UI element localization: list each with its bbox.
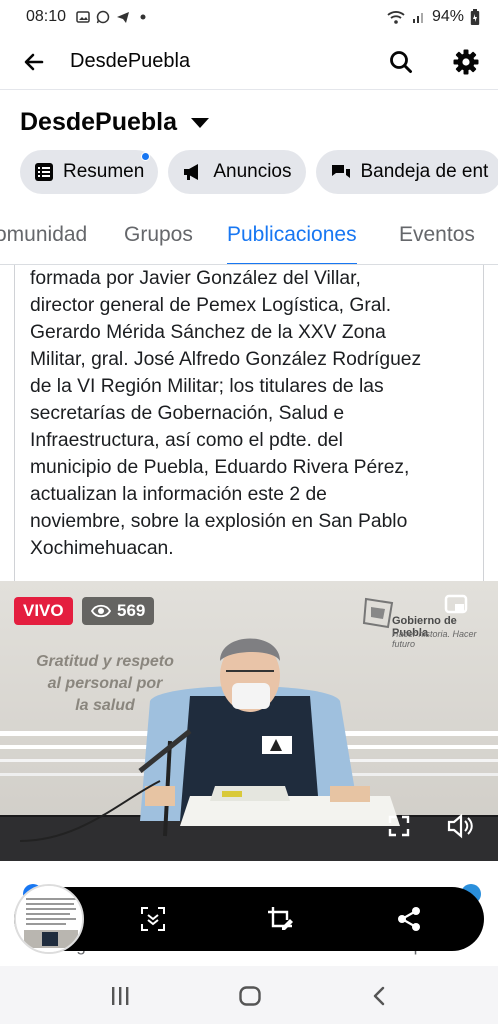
home-icon[interactable] <box>238 984 262 1008</box>
list-icon <box>35 163 53 181</box>
crop-edit-icon[interactable] <box>266 905 294 933</box>
notification-dot <box>141 152 151 161</box>
tab-eventos[interactable]: Eventos <box>399 205 475 264</box>
dot-icon <box>140 14 146 20</box>
system-nav-bar <box>0 966 498 1024</box>
tab-comunidad[interactable]: omunidad <box>0 205 87 264</box>
post-line: Xochimehuacan. <box>30 538 174 559</box>
chat-icon <box>331 165 350 178</box>
post-line: noviembre, sobre la explosión en San Pab… <box>30 511 408 532</box>
banner-line: la salud <box>75 697 135 714</box>
chip-label: Anuncios <box>213 161 292 182</box>
post-line: actualizan la información este 2 de <box>30 484 327 505</box>
live-video-player[interactable]: VIVO 569 Gobierno de Puebla Hacer histor… <box>0 581 498 861</box>
viewer-count-badge: 569 <box>82 597 155 625</box>
post-text: formada por Javier González del Villar, … <box>14 265 484 581</box>
post-line: Militar, gral. José Alfredo González Rod… <box>30 349 422 370</box>
volume-icon[interactable] <box>446 813 474 839</box>
gobierno-logo: Gobierno de Puebla Hacer historia. Hacer… <box>362 593 492 649</box>
expand-icon[interactable] <box>444 593 468 617</box>
wifi-icon <box>387 11 405 24</box>
screenshot-thumbnail[interactable] <box>14 884 84 954</box>
banner-text: Gratitud y respeto al personal por la sa… <box>30 651 180 717</box>
chip-resumen[interactable]: Resumen <box>20 150 159 194</box>
telegram-icon <box>117 12 130 23</box>
live-badge: VIVO <box>14 597 73 625</box>
chevron-down-icon <box>191 117 210 128</box>
app-title: DesdePuebla <box>70 50 191 72</box>
chip-anuncios[interactable]: Anuncios <box>168 150 306 194</box>
back-arrow-icon[interactable] <box>22 50 46 74</box>
post-line: municipio de Puebla, Eduardo Rivera Pére… <box>30 457 410 478</box>
logo-tagline: Hacer historia. Hacer futuro <box>392 629 477 649</box>
chip-label: Bandeja de ent <box>360 161 489 182</box>
scroll-capture-icon[interactable] <box>139 905 167 933</box>
post-line: director general de Pemex Logística, Gra… <box>30 295 392 316</box>
gear-icon[interactable] <box>452 48 480 76</box>
banner-line: Gratitud y respeto <box>36 653 174 670</box>
fullscreen-icon[interactable] <box>386 813 412 839</box>
tab-publicaciones[interactable]: Publicaciones <box>227 205 357 264</box>
state-emblem-icon <box>362 597 394 629</box>
page-shortcuts: Resumen Anuncios Bandeja de ent <box>20 150 498 194</box>
share-icon[interactable] <box>395 905 423 933</box>
app-bar: DesdePuebla <box>0 34 498 90</box>
page-tabs: omunidad Grupos Publicaciones Eventos <box>0 205 498 265</box>
back-icon[interactable] <box>368 984 392 1008</box>
search-icon[interactable] <box>388 49 414 75</box>
post-line: Infraestructura, así como el pdte. del <box>30 430 343 451</box>
post-line: formada por Javier González del Villar, <box>30 268 361 289</box>
post-line: secretarías de Gobernación, Salud e <box>30 403 345 424</box>
post-line: de la VI Región Militar; los titulares d… <box>30 376 384 397</box>
post-line: Gerardo Mérida Sánchez de la XXV Zona <box>30 322 386 343</box>
gallery-icon <box>76 11 90 23</box>
status-time: 08:10 <box>26 8 67 25</box>
battery-percent: 94% <box>431 8 464 25</box>
viewer-count: 569 <box>117 601 146 620</box>
battery-icon <box>470 8 480 25</box>
whatsapp-icon <box>96 10 110 24</box>
signal-icon <box>412 13 423 23</box>
status-bar: 08:10 94% <box>0 0 498 34</box>
eye-icon <box>91 604 111 618</box>
megaphone-icon <box>184 164 199 180</box>
chip-bandeja[interactable]: Bandeja de ent <box>315 150 498 194</box>
page-name: DesdePuebla <box>20 108 178 136</box>
banner-line: al personal por <box>47 675 163 692</box>
page-switcher[interactable]: DesdePuebla <box>20 108 210 137</box>
recents-icon[interactable] <box>108 984 132 1008</box>
tab-grupos[interactable]: Grupos <box>124 205 193 264</box>
chip-label: Resumen <box>63 161 145 182</box>
